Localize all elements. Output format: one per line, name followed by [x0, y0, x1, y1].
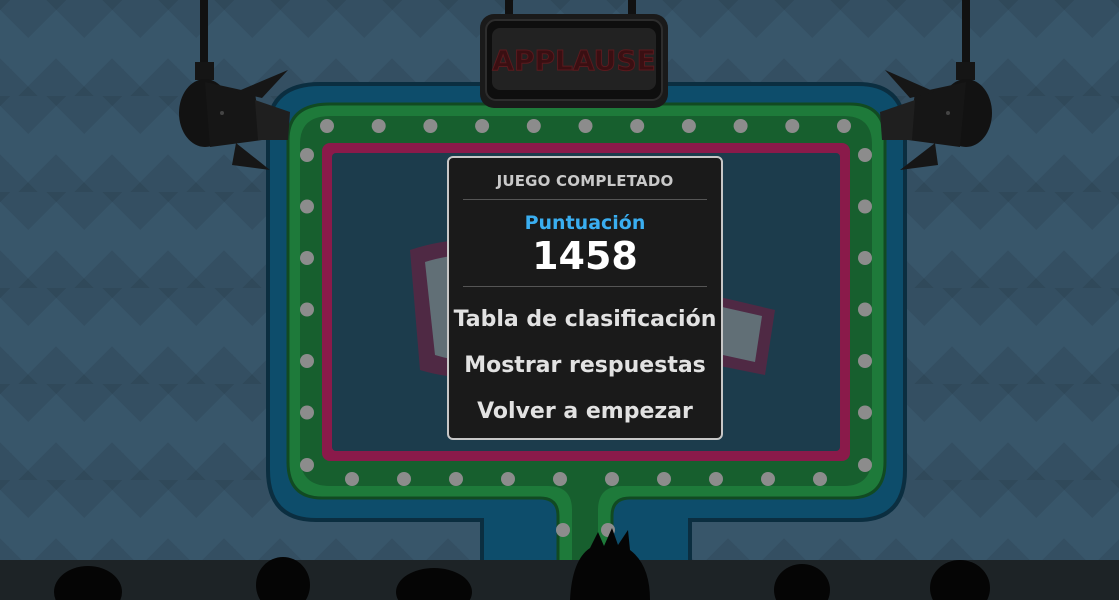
bulb	[858, 458, 872, 472]
bulb	[300, 354, 314, 368]
bulb	[300, 199, 314, 214]
bulb	[858, 251, 872, 265]
bulb	[858, 354, 872, 368]
score-value: 1458	[532, 234, 638, 278]
bulb	[761, 472, 775, 486]
bulb	[397, 472, 411, 486]
bulb	[300, 148, 314, 162]
bulb	[709, 472, 723, 486]
bulb	[681, 119, 696, 133]
score-label: Puntuación	[524, 212, 646, 234]
bulb	[300, 458, 314, 472]
divider	[463, 286, 707, 287]
divider	[463, 199, 707, 200]
bulb	[813, 472, 827, 486]
bulb	[449, 472, 463, 486]
bulb	[371, 119, 386, 133]
bulb	[300, 302, 314, 317]
bulb	[578, 119, 593, 133]
bulb	[526, 119, 541, 133]
bulb	[300, 405, 314, 420]
bulb	[858, 405, 872, 420]
bulb	[657, 472, 671, 486]
bulb	[553, 472, 567, 486]
bulb	[733, 119, 748, 133]
bulb	[858, 302, 872, 317]
bulb	[858, 199, 872, 214]
bulb	[423, 119, 438, 133]
bulb	[556, 523, 570, 537]
bulb	[345, 472, 359, 486]
bulb	[501, 472, 515, 486]
bulb	[630, 119, 645, 133]
bulb	[605, 472, 619, 486]
game-over-modal: JUEGO COMPLETADO Puntuación 1458 Tabla d…	[447, 156, 723, 440]
bulb	[300, 251, 314, 265]
game-stage: APPLAUSE JUEGO COMPLETADO Puntuación 145…	[0, 0, 1119, 600]
bulb	[837, 119, 851, 133]
show-answers-button[interactable]: Mostrar respuestas	[449, 343, 721, 389]
applause-sign-label: APPLAUSE	[492, 44, 655, 77]
bulb	[320, 119, 334, 133]
bulb	[785, 119, 800, 133]
modal-menu: Tabla de clasificación Mostrar respuesta…	[449, 297, 721, 435]
modal-title: JUEGO COMPLETADO	[496, 172, 674, 190]
leaderboard-button[interactable]: Tabla de clasificación	[449, 297, 721, 343]
bulb	[858, 148, 872, 162]
bulb	[475, 119, 490, 133]
restart-button[interactable]: Volver a empezar	[449, 389, 721, 435]
